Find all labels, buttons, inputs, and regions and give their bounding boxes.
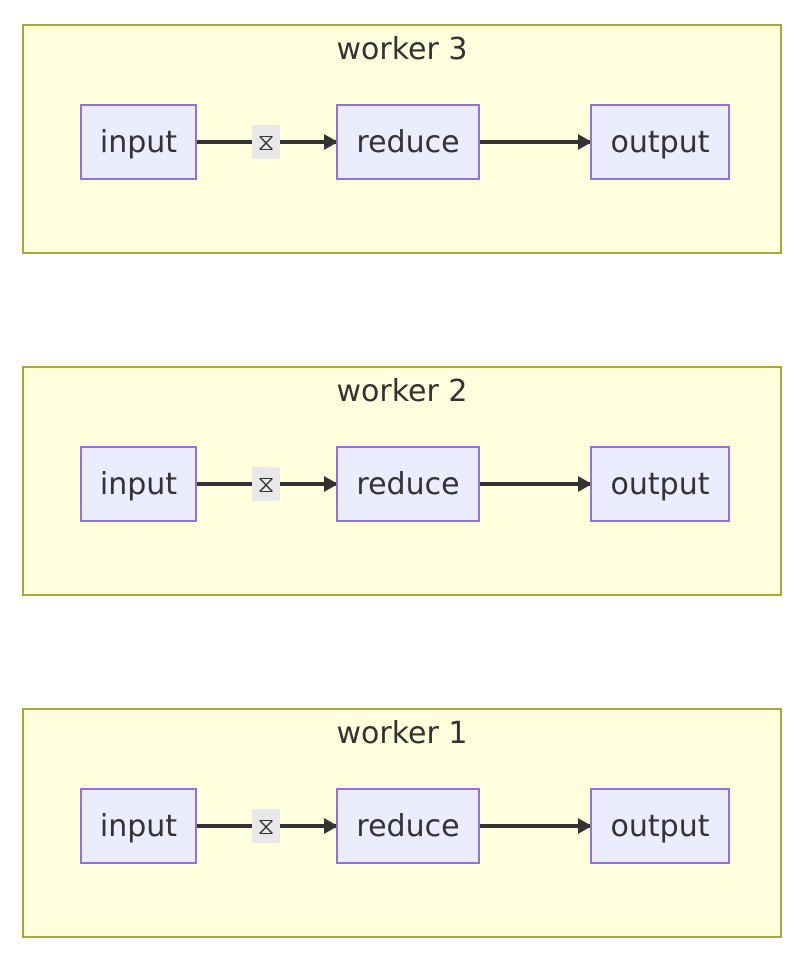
hourglass-icon: ⧖ — [252, 125, 280, 159]
edge-input-reduce — [197, 824, 253, 828]
hourglass-icon: ⧖ — [252, 467, 280, 501]
node-reduce[interactable]: reduce — [336, 446, 480, 522]
cluster-worker-1: worker 1 input ⧖ reduce output — [22, 708, 782, 938]
edge-input-reduce-arrow — [280, 476, 338, 492]
edge-input-reduce — [197, 482, 253, 486]
edge-reduce-output — [480, 476, 592, 492]
edge-reduce-output — [480, 134, 592, 150]
edge-input-reduce-arrow — [280, 818, 338, 834]
node-output[interactable]: output — [590, 446, 730, 522]
cluster-title: worker 1 — [336, 716, 468, 751]
node-output[interactable]: output — [590, 788, 730, 864]
cluster-worker-3: worker 3 input ⧖ reduce output — [22, 24, 782, 254]
node-input[interactable]: input — [80, 446, 197, 522]
node-output[interactable]: output — [590, 104, 730, 180]
hourglass-icon: ⧖ — [252, 809, 280, 843]
cluster-worker-2: worker 2 input ⧖ reduce output — [22, 366, 782, 596]
node-input[interactable]: input — [80, 788, 197, 864]
edge-input-reduce — [197, 140, 253, 144]
cluster-title: worker 2 — [336, 374, 468, 409]
node-reduce[interactable]: reduce — [336, 104, 480, 180]
edge-input-reduce-arrow — [280, 134, 338, 150]
edge-reduce-output — [480, 818, 592, 834]
node-reduce[interactable]: reduce — [336, 788, 480, 864]
cluster-title: worker 3 — [336, 32, 468, 67]
node-input[interactable]: input — [80, 104, 197, 180]
